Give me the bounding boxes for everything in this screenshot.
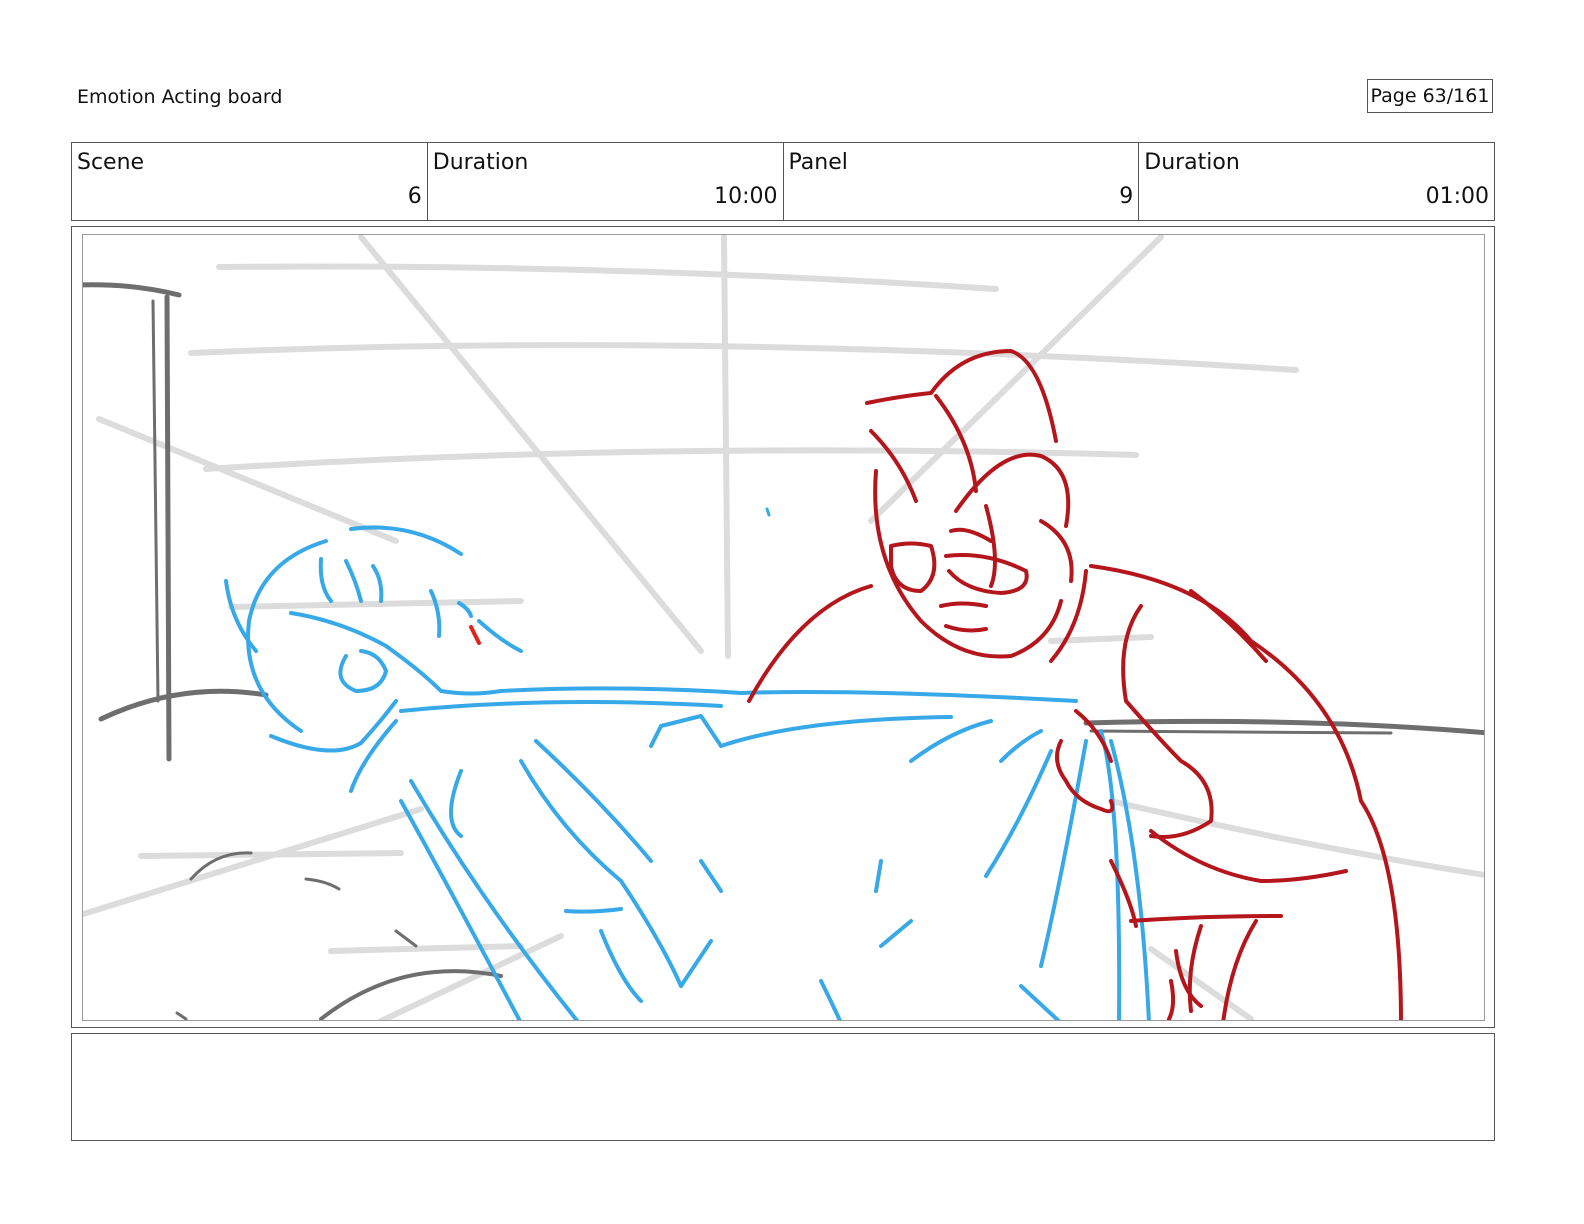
document-title: Emotion Acting board	[77, 86, 283, 108]
character-lying-sketch	[224, 507, 1151, 1020]
scene-cell: Scene 6	[72, 143, 428, 220]
panel-cell: Panel 9	[784, 143, 1140, 220]
environment-strokes	[83, 282, 1484, 1020]
storyboard-frame	[82, 234, 1485, 1021]
panel-value: 9	[1119, 184, 1134, 209]
page-label: Page	[1370, 85, 1417, 107]
page-number: 63/161	[1422, 85, 1490, 107]
scene-duration-cell: Duration 10:00	[428, 143, 784, 220]
page-indicator: Page 63/161	[1367, 79, 1493, 113]
scene-duration-value: 10:00	[714, 184, 778, 209]
scene-label: Scene	[77, 150, 145, 175]
panel-duration-label: Duration	[1144, 150, 1240, 175]
panel-duration-cell: Duration 01:00	[1139, 143, 1494, 220]
panel-info-row: Scene 6 Duration 10:00 Panel 9 Duration …	[71, 142, 1495, 221]
panel-notes-box[interactable]	[71, 1033, 1495, 1141]
storyboard-sketch	[83, 235, 1484, 1020]
background-guide-lines	[83, 235, 1484, 1020]
scene-value: 6	[407, 184, 422, 209]
scene-duration-label: Duration	[432, 150, 529, 175]
panel-duration-value: 01:00	[1425, 184, 1489, 209]
panel-label: Panel	[788, 150, 848, 175]
